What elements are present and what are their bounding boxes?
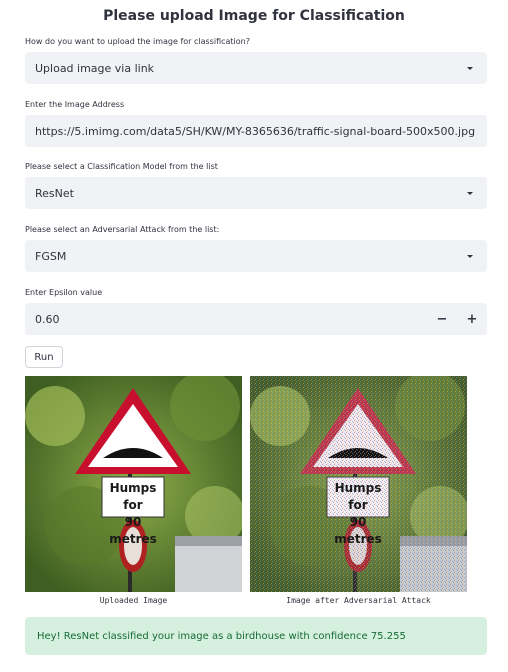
image-address-value: https://5.imimg.com/data5/SH/KW/MY-83656… [35, 124, 476, 138]
chevron-down-icon [467, 191, 473, 195]
adversarial-image: Humps for 90 metres [250, 376, 467, 592]
upload-method-value: Upload image via link [35, 61, 155, 75]
epsilon-number-input[interactable]: 0.60 − + [25, 303, 487, 335]
chevron-down-icon [467, 254, 473, 258]
upload-method-select[interactable]: Upload image via link [25, 52, 487, 84]
sign-text-line2: 90 metres [109, 515, 157, 546]
sign-text-line1: Humps for [109, 481, 157, 512]
classification-result-alert: Hey! ResNet classified your image as a b… [25, 617, 487, 655]
page-title: Please upload Image for Classification [103, 8, 405, 24]
model-select[interactable]: ResNet [25, 177, 487, 209]
image-address-label: Enter the Image Address [25, 100, 125, 109]
model-value: ResNet [35, 186, 74, 200]
chevron-down-icon [467, 66, 473, 70]
sign-text-line1: Humps for [334, 481, 382, 512]
upload-method-label: How do you want to upload the image for … [25, 37, 250, 46]
uploaded-image-caption: Uploaded Image [99, 596, 168, 605]
epsilon-label: Enter Epsilon value [25, 288, 103, 297]
attack-select[interactable]: FGSM [25, 240, 487, 272]
attack-label: Please select an Adversarial Attack from… [25, 225, 220, 234]
increment-button[interactable]: + [457, 303, 487, 335]
run-button[interactable]: Run [25, 346, 63, 368]
epsilon-value[interactable]: 0.60 [25, 313, 427, 326]
uploaded-image: Humps for 90 metres [25, 376, 242, 592]
image-address-input[interactable]: https://5.imimg.com/data5/SH/KW/MY-83656… [25, 115, 487, 147]
model-label: Please select a Classification Model fro… [25, 162, 218, 171]
classification-result-text: Hey! ResNet classified your image as a b… [37, 630, 406, 642]
adversarial-image-caption: Image after Adversarial Attack [286, 596, 431, 605]
decrement-button[interactable]: − [427, 303, 457, 335]
attack-value: FGSM [35, 249, 67, 263]
sign-text-line2: 90 metres [334, 515, 382, 546]
